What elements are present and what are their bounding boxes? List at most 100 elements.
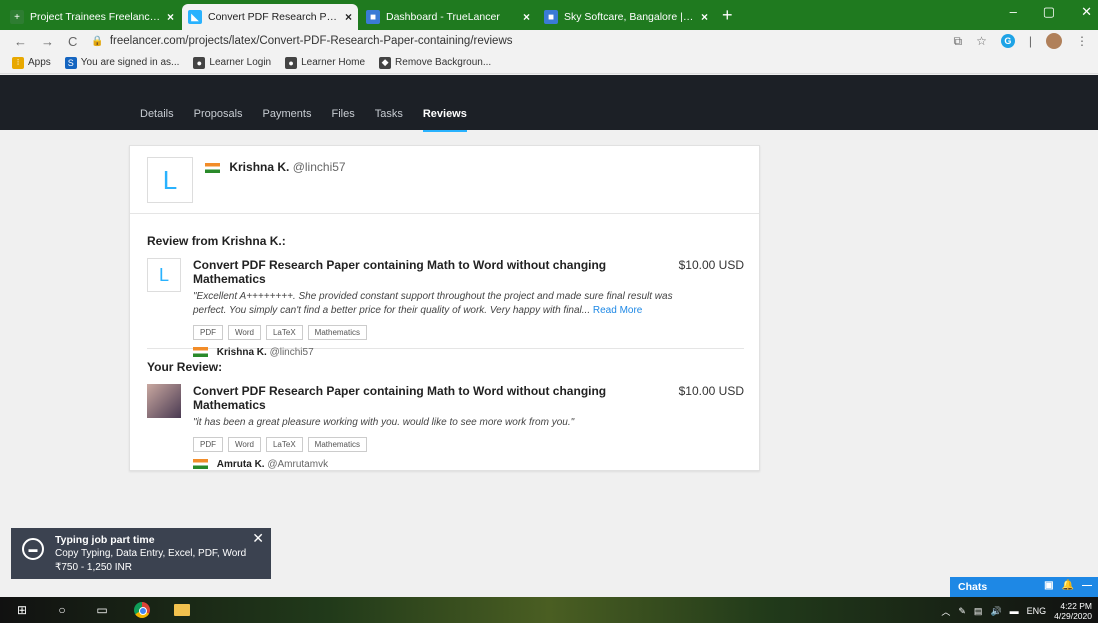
chats-bar[interactable]: Chats ▣ 🔔 —	[950, 577, 1098, 597]
menu-kebab-icon[interactable]: ⋮	[1076, 34, 1088, 48]
skill-tag[interactable]: Word	[228, 325, 261, 340]
tab-close-icon[interactable]: ×	[523, 10, 530, 24]
reload-icon[interactable]: C	[68, 34, 77, 49]
review-price: $10.00 USD	[678, 258, 744, 272]
minimize-icon[interactable]: —	[1082, 580, 1092, 591]
author-name[interactable]: Krishna K.	[217, 347, 267, 358]
volume-icon[interactable]: 🔊	[990, 606, 1001, 617]
section-title: Your Review:	[147, 360, 223, 374]
maximize-icon[interactable]: ▢	[1043, 4, 1055, 20]
chrome-icon[interactable]	[134, 602, 150, 618]
bookmark-label: Learner Login	[209, 57, 272, 68]
india-flag-icon	[205, 162, 220, 173]
minimize-icon[interactable]: –	[1010, 4, 1017, 20]
s-logo-icon: S	[64, 56, 77, 69]
tab-reviews[interactable]: Reviews	[422, 108, 467, 132]
search-icon[interactable]: ○	[54, 602, 70, 618]
language-indicator[interactable]: ENG	[1027, 606, 1047, 616]
user-handle: @linchi57	[292, 160, 346, 174]
skill-tag[interactable]: Mathematics	[307, 437, 368, 452]
skill-tag[interactable]: Mathematics	[307, 325, 368, 340]
url-field[interactable]: freelancer.com/projects/latex/Convert-PD…	[110, 35, 513, 47]
browser-tab-3[interactable]: ■ Dashboard - TrueLancer ×	[360, 4, 536, 30]
review-author: Amruta K. @Amrutamvk	[193, 459, 673, 470]
tab-proposals[interactable]: Proposals	[194, 108, 243, 132]
reviewer-photo[interactable]	[147, 384, 181, 418]
monitor-icon: ▬	[22, 538, 44, 560]
bookmarks-bar: ⁝ Apps S You are signed in as... ● Learn…	[0, 52, 1098, 74]
bell-icon[interactable]: 🔔	[1062, 580, 1074, 591]
review-body: Convert PDF Research Paper containing Ma…	[193, 384, 673, 470]
author-handle: @linchi57	[269, 347, 314, 358]
tab-favicon-icon: ■	[544, 10, 558, 24]
skill-tag[interactable]: Word	[228, 437, 261, 452]
window-controls: – ▢ ✕	[1010, 4, 1092, 20]
browser-tab-2[interactable]: ◣ Convert PDF Research Paper conta ×	[182, 4, 358, 30]
file-explorer-icon[interactable]	[174, 604, 190, 616]
chat-window-icon[interactable]: ▣	[1044, 580, 1053, 591]
bookmark-remove-bg[interactable]: ◆ Remove Backgroun...	[379, 56, 491, 69]
bookmark-apps[interactable]: ⁝ Apps	[12, 56, 51, 69]
reviewer-avatar[interactable]: L	[147, 258, 181, 292]
browser-tab-strip: + Project Trainees Freelancing Deta × ◣ …	[0, 0, 1098, 30]
user-avatar[interactable]: L	[147, 157, 193, 203]
review-item: Convert PDF Research Paper containing Ma…	[147, 384, 744, 474]
network-icon[interactable]: ▤	[974, 606, 983, 617]
tab-favicon-icon: ◣	[188, 10, 202, 24]
address-bar: ← → C 🔒 freelancer.com/projects/latex/Co…	[0, 30, 1098, 52]
separator: |	[1028, 34, 1032, 48]
review-from-section: Review from Krishna K.: L Convert PDF Re…	[147, 234, 744, 358]
pen-icon[interactable]: ✎	[958, 606, 966, 617]
tab-close-icon[interactable]: ×	[701, 10, 708, 24]
reviews-card: L Krishna K. @linchi57 Review from Krish…	[129, 145, 760, 471]
your-review-section: Your Review: Convert PDF Research Paper …	[147, 360, 744, 474]
tab-title: Dashboard - TrueLancer	[386, 11, 500, 23]
author-name[interactable]: Amruta K.	[217, 459, 265, 470]
tab-payments[interactable]: Payments	[263, 108, 312, 132]
bookmark-label: Learner Home	[301, 57, 366, 68]
user-name[interactable]: Krishna K.	[229, 160, 289, 174]
forward-icon[interactable]: →	[41, 34, 54, 49]
tab-files[interactable]: Files	[331, 108, 354, 132]
action-center-icon[interactable]: ▬	[1010, 606, 1019, 616]
windows-taskbar: ⊞ ○ ▭ ︿ ✎ ▤ 🔊 ▬ ENG 4:22 PM 4/29/2020	[0, 597, 1098, 623]
skill-tag[interactable]: PDF	[193, 325, 223, 340]
skill-tag[interactable]: LaTeX	[265, 325, 303, 340]
new-tab-button[interactable]: +	[722, 5, 733, 26]
project-title[interactable]: Convert PDF Research Paper containing Ma…	[193, 258, 673, 286]
grammarly-icon[interactable]: G	[1000, 34, 1015, 48]
tab-close-icon[interactable]: ×	[167, 10, 174, 24]
globe-icon: ●	[285, 56, 298, 69]
project-title[interactable]: Convert PDF Research Paper containing Ma…	[193, 384, 673, 412]
lock-icon: 🔒	[91, 35, 104, 47]
skill-tag[interactable]: PDF	[193, 437, 223, 452]
diamond-icon: ◆	[379, 56, 392, 69]
translate-icon[interactable]: ⧉	[954, 34, 963, 49]
toolbar-icons: ⧉ ☆ G | ⋮	[954, 33, 1088, 49]
close-window-icon[interactable]: ✕	[1081, 4, 1092, 20]
chevron-up-icon[interactable]: ︿	[941, 605, 950, 618]
job-notification-toast[interactable]: ▬ Typing job part time Copy Typing, Data…	[11, 528, 271, 579]
tab-tasks[interactable]: Tasks	[375, 108, 403, 132]
tab-close-icon[interactable]: ×	[345, 10, 352, 24]
profile-avatar-icon[interactable]	[1046, 33, 1062, 49]
bookmark-signed-in[interactable]: S You are signed in as...	[64, 56, 180, 69]
chat-controls: ▣ 🔔 —	[1044, 580, 1092, 591]
bookmark-label: You are signed in as...	[80, 57, 180, 68]
browser-tab-4[interactable]: ■ Sky Softcare, Bangalore | Web De ×	[538, 4, 714, 30]
read-more-link[interactable]: Read More	[593, 305, 642, 316]
windows-start-icon[interactable]: ⊞	[14, 602, 30, 618]
clock[interactable]: 4:22 PM 4/29/2020	[1054, 601, 1092, 621]
bookmark-learner-home[interactable]: ● Learner Home	[285, 56, 366, 69]
skill-tag[interactable]: LaTeX	[265, 437, 303, 452]
tab-details[interactable]: Details	[140, 108, 174, 132]
back-icon[interactable]: ←	[14, 34, 27, 49]
project-tabs: Details Proposals Payments Files Tasks R…	[140, 108, 467, 132]
task-view-icon[interactable]: ▭	[94, 602, 110, 618]
bookmark-learner-login[interactable]: ● Learner Login	[193, 56, 272, 69]
close-icon[interactable]: ✕	[252, 530, 264, 547]
project-nav-bar: Details Proposals Payments Files Tasks R…	[0, 75, 1098, 132]
browser-tab-1[interactable]: + Project Trainees Freelancing Deta ×	[4, 4, 180, 30]
card-header: L Krishna K. @linchi57	[130, 146, 759, 214]
bookmark-star-icon[interactable]: ☆	[976, 34, 987, 48]
